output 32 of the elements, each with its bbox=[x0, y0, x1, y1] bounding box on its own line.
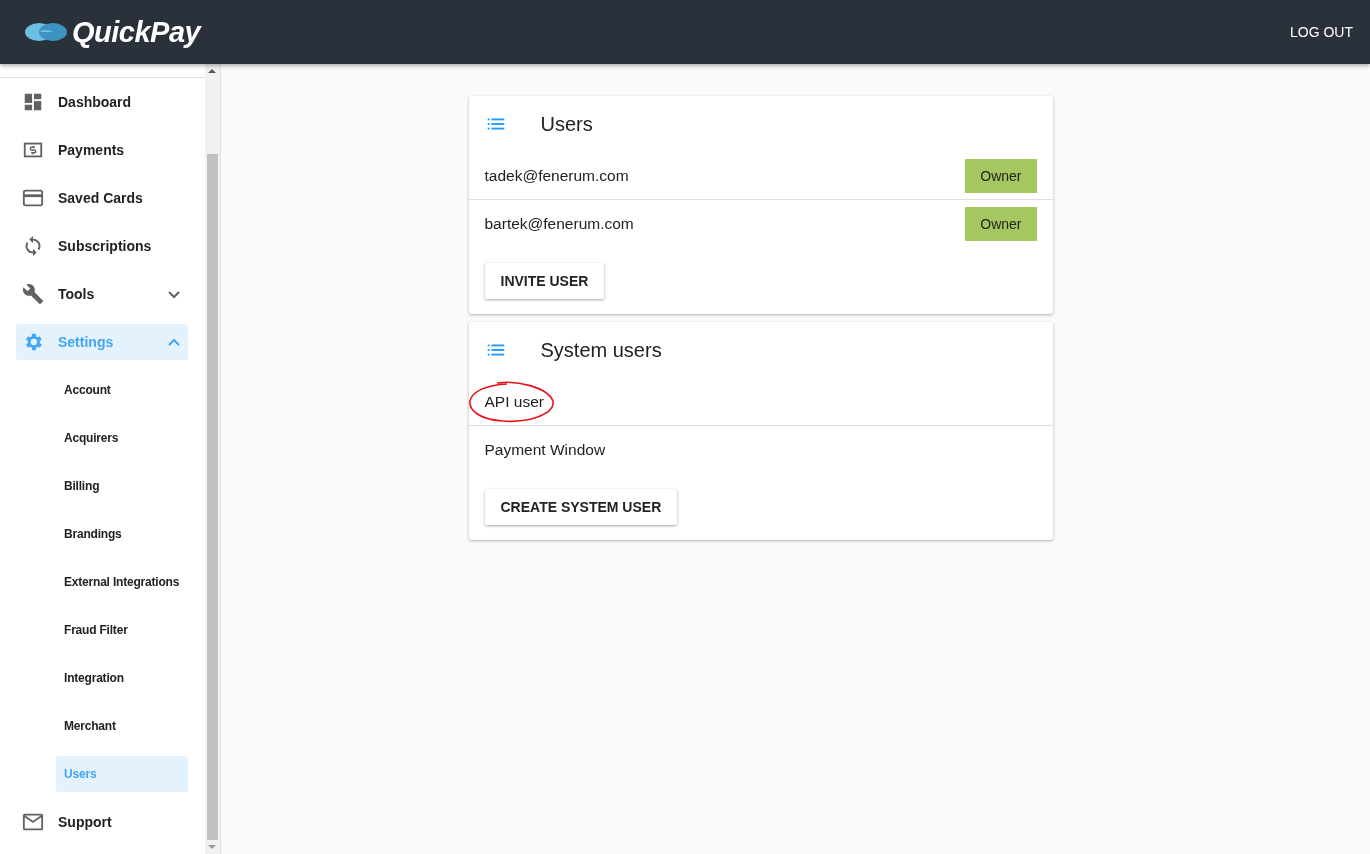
user-name: Payment Window bbox=[484, 440, 606, 459]
sidebar-item[interactable]: Saved Cards bbox=[16, 180, 188, 216]
role-badge: Owner bbox=[965, 206, 1037, 241]
sidebar-subitem[interactable]: Brandings bbox=[56, 516, 188, 552]
logout-button[interactable]: LOG OUT bbox=[1290, 16, 1353, 48]
sidebar-subitem[interactable]: Account bbox=[56, 372, 188, 408]
logo-icon bbox=[24, 21, 68, 43]
create-system-user-button[interactable]: CREATE SYSTEM USER bbox=[484, 489, 678, 525]
role-badge: Owner bbox=[965, 158, 1037, 193]
user-name: bartek@fenerum.com bbox=[484, 214, 634, 233]
invite-user-button[interactable]: INVITE USER bbox=[484, 263, 605, 299]
user-name: tadek@fenerum.com bbox=[484, 166, 629, 185]
card-title: Users bbox=[540, 112, 593, 136]
sidebar-item[interactable]: Payments bbox=[16, 132, 188, 168]
sidebar-subitem[interactable]: External Integrations bbox=[56, 564, 188, 600]
scrollbar[interactable] bbox=[205, 64, 221, 854]
sidebar-subitem[interactable]: Fraud Filter bbox=[56, 612, 188, 648]
card-title: System users bbox=[540, 338, 662, 362]
sidebar-item[interactable]: Tools bbox=[16, 276, 188, 312]
sidebar-item[interactable]: Dashboard bbox=[16, 84, 188, 120]
sidebar-subitem[interactable]: Integration bbox=[56, 660, 188, 696]
sidebar-subitem[interactable]: Merchant bbox=[56, 708, 188, 744]
logo-text: QuickPay bbox=[72, 15, 201, 49]
sidebar-subitem[interactable]: Billing bbox=[56, 468, 188, 504]
user-name: API user bbox=[484, 392, 544, 411]
sidebar-item[interactable]: Support bbox=[16, 804, 188, 840]
dashboard-icon bbox=[22, 91, 44, 113]
wrench-icon bbox=[22, 283, 44, 305]
sidebar-subitem[interactable]: Acquirers bbox=[56, 420, 188, 456]
sidebar-item[interactable]: Subscriptions bbox=[16, 228, 188, 264]
credit-card-icon bbox=[22, 187, 44, 209]
envelope-icon bbox=[22, 811, 44, 833]
